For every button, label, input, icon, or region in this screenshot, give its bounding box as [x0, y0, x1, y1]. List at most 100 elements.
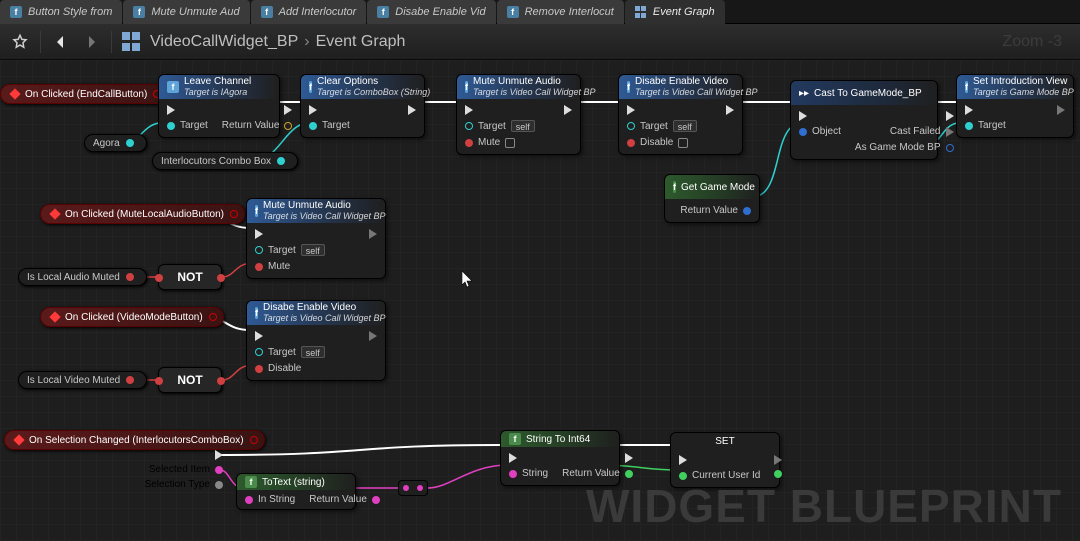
exec-out-pin[interactable]: [726, 105, 734, 115]
event-icon: [49, 311, 60, 322]
exec-out-pin[interactable]: [774, 455, 782, 465]
exec-out-pin[interactable]: [408, 105, 416, 115]
return-pin[interactable]: [284, 122, 292, 130]
target-pin[interactable]: [167, 122, 175, 130]
tab-remove-interlocutor[interactable]: fRemove Interlocut: [497, 0, 624, 24]
node-totext-string[interactable]: fToText (string) In String Return Value: [236, 473, 356, 510]
disable-pin[interactable]: [255, 365, 263, 373]
as-gamemode-pin[interactable]: [946, 144, 954, 152]
bool-out-pin[interactable]: [217, 377, 225, 385]
return-pin[interactable]: [625, 470, 633, 478]
event-on-selection-changed[interactable]: On Selection Changed (InterlocutorsCombo…: [4, 430, 265, 450]
tab-add-interlocutor[interactable]: fAdd Interlocutor: [251, 0, 367, 24]
node-cast-to-gamemode[interactable]: ▸▸Cast To GameMode_BP Object Cast Failed…: [790, 80, 938, 160]
node-disable-enable-video-b[interactable]: f Disabe Enable VideoTarget is Video Cal…: [246, 300, 386, 381]
bool-in-pin[interactable]: [155, 274, 163, 282]
node-mute-unmute-audio-b[interactable]: f Mute Unmute AudioTarget is Video Call …: [246, 198, 386, 279]
bool-in-pin[interactable]: [155, 377, 163, 385]
bool-out-pin[interactable]: [217, 274, 225, 282]
node-leave-channel[interactable]: f Leave ChannelTarget is IAgora Target R…: [158, 74, 280, 138]
value-out-pin[interactable]: [774, 470, 782, 478]
node-set-introduction-view[interactable]: f Set Introduction ViewTarget is Game Mo…: [956, 74, 1074, 138]
tab-label: Event Graph: [653, 6, 715, 18]
node-subtitle: Target is Video Call Widget BP: [473, 87, 595, 98]
exec-in-pin[interactable]: [509, 453, 517, 463]
exec-out-pin[interactable]: [625, 453, 633, 463]
reroute-node[interactable]: [398, 480, 428, 496]
delegate-pin[interactable]: [209, 313, 217, 321]
exec-in-pin[interactable]: [627, 105, 635, 115]
exec-out-pin[interactable]: [1057, 105, 1065, 115]
exec-out-pin[interactable]: [284, 105, 292, 115]
target-pin[interactable]: [627, 122, 635, 130]
var-interlocutors-combo[interactable]: Interlocutors Combo Box: [152, 152, 298, 170]
return-pin[interactable]: [372, 496, 380, 504]
checkbox-default[interactable]: [678, 138, 688, 148]
node-set-current-user-id[interactable]: SET Current User Id: [670, 432, 780, 488]
node-disable-enable-video-top[interactable]: f Disabe Enable VideoTarget is Video Cal…: [618, 74, 743, 155]
cast-failed-pin[interactable]: [946, 127, 954, 137]
tab-button-style[interactable]: fButton Style from: [0, 0, 122, 24]
graph-toolbar: VideoCallWidget_BP›Event Graph Zoom -3: [0, 24, 1080, 60]
checkbox-default[interactable]: [505, 138, 515, 148]
target-pin[interactable]: [255, 246, 263, 254]
exec-in-pin[interactable]: [255, 331, 263, 341]
node-title: Mute Unmute Audio: [263, 200, 385, 211]
node-mute-unmute-audio-top[interactable]: f Mute Unmute AudioTarget is Video Call …: [456, 74, 581, 155]
delegate-pin[interactable]: [230, 210, 238, 218]
pin-label: Disable: [268, 363, 301, 374]
node-header[interactable]: f Leave ChannelTarget is IAgora: [159, 75, 279, 99]
exec-in-pin[interactable]: [465, 105, 473, 115]
favorite-button[interactable]: [8, 30, 32, 54]
node-clear-options[interactable]: f Clear OptionsTarget is ComboBox (Strin…: [300, 74, 425, 138]
exec-in-pin[interactable]: [799, 111, 807, 121]
mute-pin[interactable]: [255, 263, 263, 271]
graph-canvas[interactable]: On Clicked (EndCallButton) Agora Interlo…: [0, 60, 1080, 541]
var-is-local-audio-muted[interactable]: Is Local Audio Muted: [18, 268, 147, 286]
exec-out-pin[interactable]: [946, 111, 954, 121]
value-in-pin[interactable]: [679, 472, 687, 480]
reroute-pin[interactable]: [417, 485, 423, 491]
target-pin[interactable]: [965, 122, 973, 130]
var-is-local-video-muted[interactable]: Is Local Video Muted: [18, 371, 147, 389]
exec-out-pin[interactable]: [369, 229, 377, 239]
string-pin[interactable]: [509, 470, 517, 478]
breadcrumb-graph[interactable]: Event Graph: [316, 33, 406, 50]
target-pin[interactable]: [255, 348, 263, 356]
node-not-audio[interactable]: NOT: [158, 264, 222, 290]
exec-in-pin[interactable]: [679, 455, 687, 465]
target-pin[interactable]: [309, 122, 317, 130]
graph-mode-button[interactable]: [120, 30, 144, 54]
event-on-clicked-endcall[interactable]: On Clicked (EndCallButton): [0, 84, 168, 104]
tab-event-graph[interactable]: Event Graph: [625, 0, 725, 24]
selected-item-pin[interactable]: [215, 466, 223, 474]
exec-in-pin[interactable]: [167, 105, 175, 115]
tab-disable-video[interactable]: fDisabe Enable Vid: [367, 0, 495, 24]
in-string-pin[interactable]: [245, 496, 253, 504]
nav-forward-button[interactable]: [79, 30, 103, 54]
exec-in-pin[interactable]: [965, 105, 973, 115]
selection-type-pin[interactable]: [215, 481, 223, 489]
target-pin[interactable]: [465, 122, 473, 130]
exec-in-pin[interactable]: [255, 229, 263, 239]
exec-in-pin[interactable]: [309, 105, 317, 115]
object-pin[interactable]: [799, 128, 807, 136]
pin-label: Disable: [640, 137, 673, 148]
node-not-video[interactable]: NOT: [158, 367, 222, 393]
disable-pin[interactable]: [627, 139, 635, 147]
event-on-clicked-videomode[interactable]: On Clicked (VideoModeButton): [40, 307, 224, 327]
event-on-clicked-mutelocalaudio[interactable]: On Clicked (MuteLocalAudioButton): [40, 204, 245, 224]
reroute-pin[interactable]: [403, 485, 409, 491]
node-string-to-int64[interactable]: fString To Int64 String Return Value: [500, 430, 620, 486]
nav-back-button[interactable]: [49, 30, 73, 54]
tab-mute-unmute[interactable]: fMute Unmute Aud: [123, 0, 249, 24]
var-agora[interactable]: Agora: [84, 134, 147, 152]
breadcrumb-asset[interactable]: VideoCallWidget_BP: [150, 33, 298, 50]
mute-pin[interactable]: [465, 139, 473, 147]
exec-out-pin[interactable]: [564, 105, 572, 115]
delegate-pin[interactable]: [250, 436, 258, 444]
return-pin[interactable]: [743, 207, 751, 215]
exec-out-pin[interactable]: [215, 450, 223, 460]
node-get-game-mode[interactable]: fGet Game Mode Return Value: [664, 174, 760, 223]
exec-out-pin[interactable]: [369, 331, 377, 341]
